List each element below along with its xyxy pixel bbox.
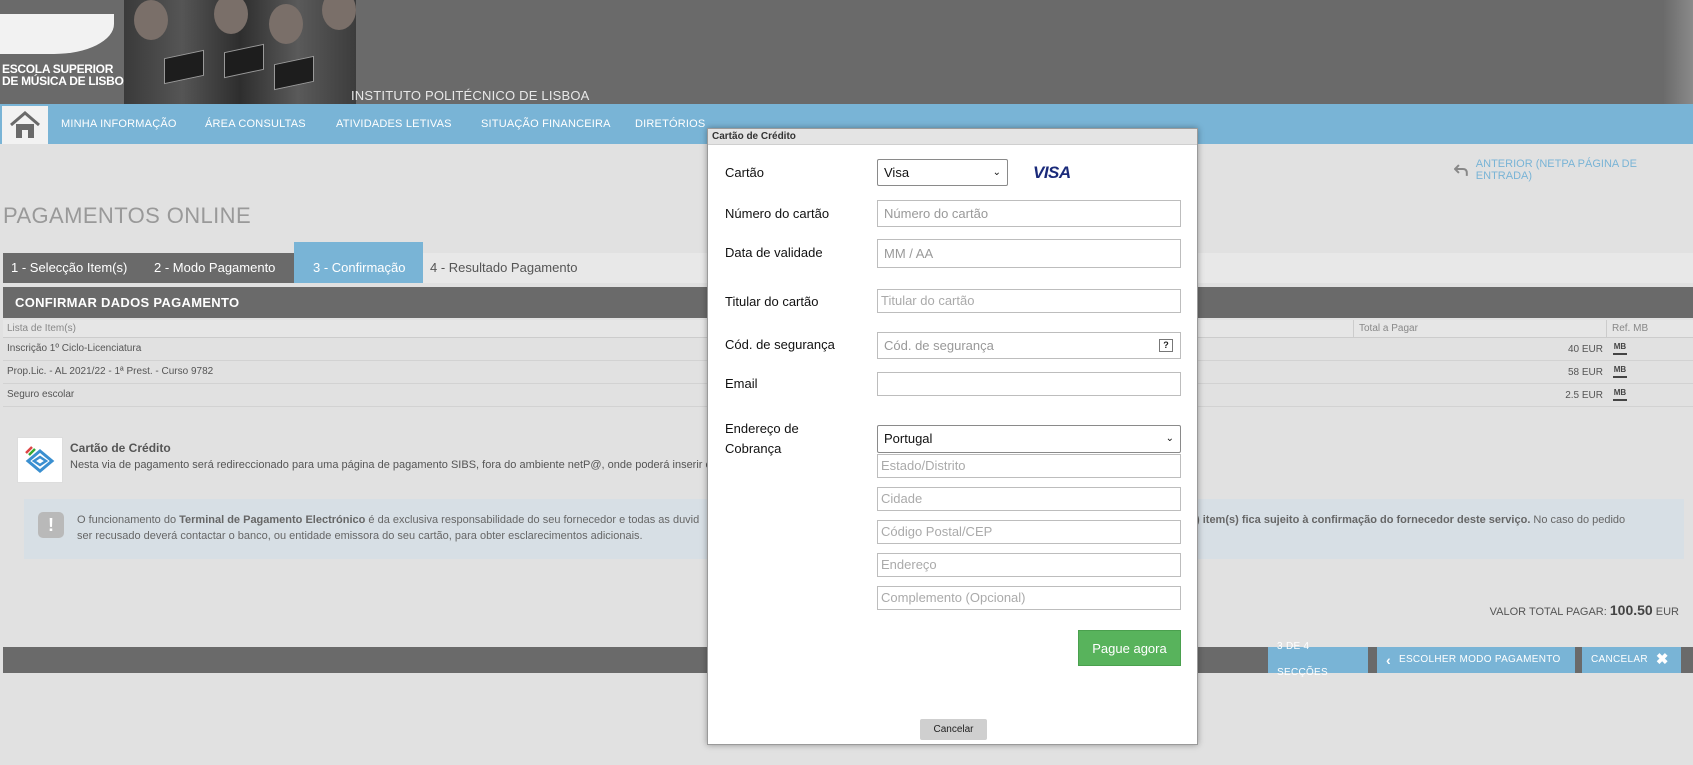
help-icon[interactable]: ? [1159,339,1173,352]
card-number-label: Número do cartão [725,206,830,221]
visa-logo: VISA [1033,163,1071,182]
card-holder-label: Titular do cartão [725,294,819,309]
address-input[interactable]: Endereço [877,553,1181,577]
email-input[interactable] [877,372,1181,396]
state-input[interactable]: Estado/Distrito [877,454,1181,478]
chevron-down-icon: ⌄ [1165,433,1174,444]
card-type-label: Cartão [725,165,765,180]
billing-address-label: Endereço de Cobrança [725,421,799,456]
pay-now-button[interactable]: Pague agora [1078,630,1181,666]
modal-title: Cartão de Crédito [708,129,1197,145]
chevron-down-icon: ⌄ [992,167,1001,178]
postal-code-input[interactable]: Código Postal/CEP [877,520,1181,544]
security-code-label: Cód. de segurança [725,337,835,352]
email-label: Email [725,376,758,391]
cancel-button[interactable]: Cancelar [920,719,987,740]
security-code-input[interactable]: Cód. de segurança ? [877,332,1181,359]
credit-card-modal: Cartão de Crédito Cartão Visa ⌄ VISA Núm… [707,128,1198,745]
card-holder-input[interactable]: Titular do cartão [877,289,1181,313]
expiry-label: Data de validade [725,245,823,260]
address-complement-input[interactable]: Complemento (Opcional) [877,586,1181,610]
card-number-input[interactable]: Número do cartão [877,200,1181,227]
country-select[interactable]: Portugal ⌄ [877,425,1181,453]
city-input[interactable]: Cidade [877,487,1181,511]
card-type-select[interactable]: Visa ⌄ [877,159,1008,186]
expiry-input[interactable]: MM / AA [877,239,1181,268]
